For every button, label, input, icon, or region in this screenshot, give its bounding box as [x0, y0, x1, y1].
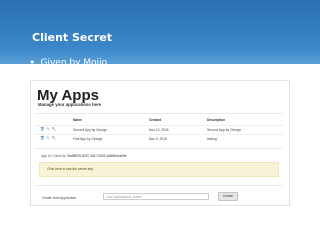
divider — [36, 148, 282, 149]
app-id-value: 9ad8f978-8097-4df7-92b3-3af6fb2ede8e — [67, 154, 127, 158]
bullet-dot: • — [29, 56, 36, 69]
wrench-icon[interactable]: 🔧 — [52, 136, 56, 140]
app-description: Second App by George — [207, 128, 242, 132]
slide-banner: Client Secret • Given by Mojio — [0, 0, 320, 69]
app-description: testing — [207, 137, 217, 141]
app-created: Nov 12, 2016 — [149, 128, 169, 132]
pencil-icon[interactable]: ✎ — [47, 136, 50, 140]
table-header: Name Created Description — [35, 117, 283, 125]
column-header-created: Created — [149, 118, 162, 122]
app-id-line: App Id / Client Id: 9ad8f978-8097-4df7-9… — [41, 154, 127, 158]
app-id-label: App Id / Client Id: — [41, 154, 67, 158]
my-apps-screenshot: My Apps Manage your applications here Na… — [30, 80, 290, 206]
trash-icon[interactable]: 🗑 — [40, 136, 45, 140]
row-actions: 🗑 ✎ 🔧 — [40, 127, 58, 131]
app-name: First App by George — [73, 137, 103, 141]
app-created: Nov 9, 2016 — [149, 137, 167, 141]
column-header-description: Description — [207, 118, 226, 122]
pencil-icon[interactable]: ✎ — [47, 127, 50, 131]
column-header-name: Name — [73, 118, 82, 122]
secret-key-box: Click here to see the secret key — [39, 162, 279, 177]
create-app-label: Create New Application — [42, 196, 77, 200]
wrench-icon[interactable]: 🔧 — [52, 127, 56, 131]
page-subtitle: Manage your applications here — [38, 102, 102, 107]
divider — [36, 185, 282, 186]
table-row: 🗑 ✎ 🔧 Second App by George Nov 12, 2016 Se… — [35, 125, 283, 134]
slide-bullet: • Given by Mojio — [29, 55, 108, 69]
divider — [36, 113, 282, 114]
slide-title: Client Secret — [32, 31, 113, 44]
show-secret-link[interactable]: Click here to see the secret key — [47, 167, 93, 171]
trash-icon[interactable]: 🗑 — [40, 127, 45, 131]
app-name-input[interactable] — [103, 193, 209, 200]
table-row: 🗑 ✎ 🔧 First App by George Nov 9, 2016 test… — [35, 134, 283, 143]
app-name: Second App by George — [73, 128, 108, 132]
row-actions: 🗑 ✎ 🔧 — [40, 136, 58, 140]
apps-table: Name Created Description 🗑 ✎ 🔧 Second App … — [35, 117, 283, 143]
bullet-text: Given by Mojio — [40, 58, 108, 68]
create-button[interactable]: Create — [218, 192, 238, 201]
